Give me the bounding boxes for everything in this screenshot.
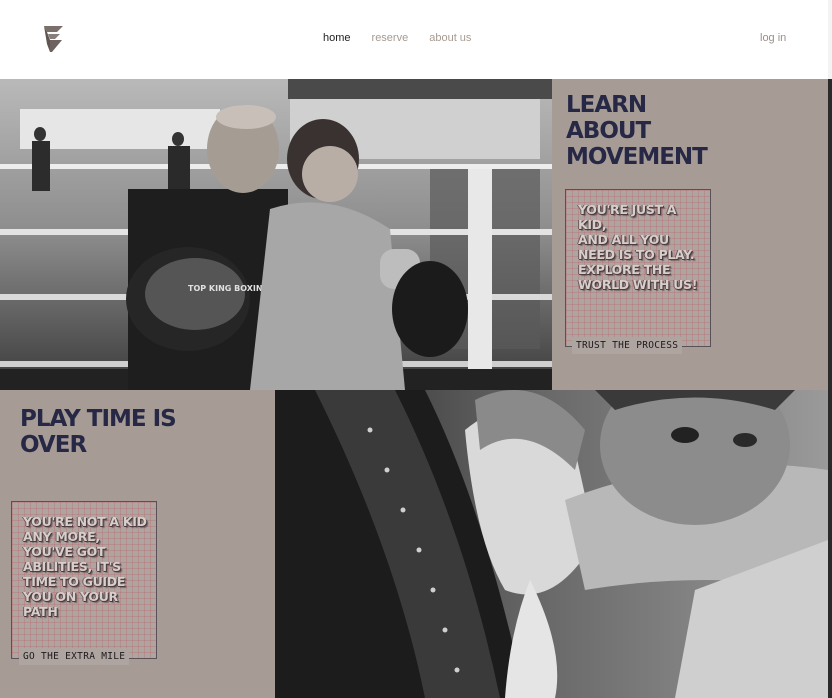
login-link[interactable]: log in [760,32,786,44]
pad-brand-text: TOP KING BOXING [188,284,269,293]
section-heading: LEARN ABOUT MOVEMENT [566,92,708,170]
info-card-text: YOU'RE JUST A KID, AND ALL YOU NEED IS T… [578,202,698,292]
nav-about-us-link[interactable]: about us [429,32,471,44]
trust-the-process-button[interactable]: TRUST THE PROCESS [572,337,683,354]
info-card: YOU'RE NOT A KID ANY MORE, YOU'VE GOT AB… [11,501,157,665]
play-time-is-over-section: PLAY TIME IS OVER YOU'RE NOT A KID ANY M… [0,390,275,698]
info-card: YOU'RE JUST A KID, AND ALL YOU NEED IS T… [565,189,711,354]
info-card-text: YOU'RE NOT A KID ANY MORE, YOU'VE GOT AB… [23,514,147,619]
brand-logo-icon[interactable] [44,26,64,52]
main-nav: home reserve about us [323,32,471,44]
page-edge [828,0,832,698]
section-heading: PLAY TIME IS OVER [20,406,177,458]
nav-home-link[interactable]: home [323,32,351,44]
coach-and-kid-photo: TOP KING BOXING [0,79,552,390]
nav-reserve-link[interactable]: reserve [372,32,409,44]
learn-about-movement-section: LEARN ABOUT MOVEMENT YOU'RE JUST A KID, … [552,79,828,390]
boxer-training-photo [275,390,828,698]
site-header: home reserve about us log in [0,0,828,79]
go-the-extra-mile-button[interactable]: GO THE EXTRA MILE [19,648,130,665]
